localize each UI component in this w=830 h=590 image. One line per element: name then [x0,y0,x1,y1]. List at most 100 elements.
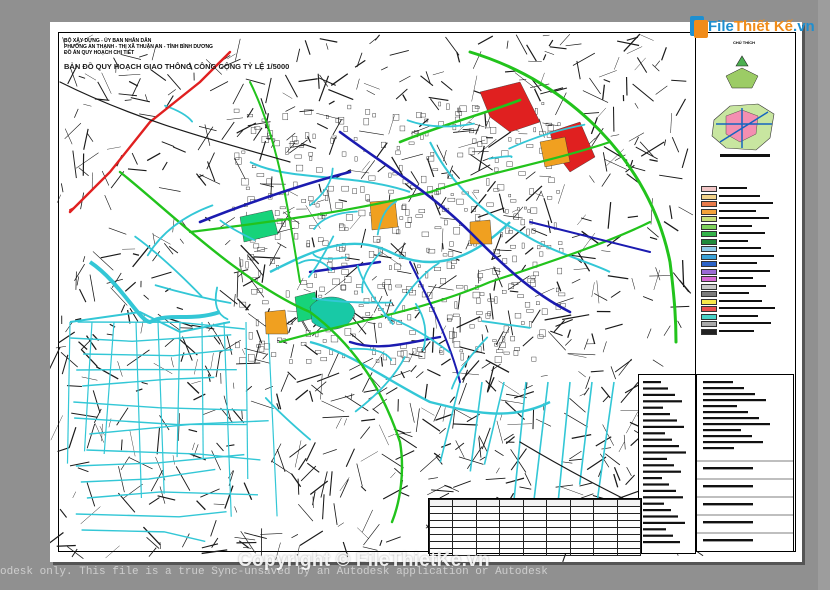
legend-swatch [701,186,717,192]
note-line [643,483,669,486]
stats-row [428,520,641,528]
signature-lines [697,381,793,542]
legend-swatch [701,201,717,207]
signature-field [703,485,753,488]
legend-label-line [719,262,757,264]
zone-orange [539,136,571,168]
legend-swatch [701,223,717,230]
vertical-scrollbar[interactable] [818,0,830,590]
stats-cell [546,506,571,514]
stats-cell [616,499,641,507]
stats-cell [475,506,501,514]
stats-cell [522,513,548,521]
logo-text-domain: .vn [793,18,815,35]
street-segment [509,290,519,293]
stats-cell [428,541,454,549]
legend-item [701,313,787,320]
stats-cell [569,527,595,535]
legend-label-line [719,202,773,204]
stats-cell [475,541,501,549]
legend-item [701,223,787,230]
note-line [643,387,668,390]
stats-cell [522,534,548,542]
stats-row [428,541,641,549]
legend-swatch [701,321,717,327]
note-line [643,502,664,505]
stats-cell [546,527,571,535]
note-line [643,470,681,473]
stats-cell [475,520,501,528]
stats-cell [593,541,618,549]
stats-cell [452,513,477,521]
legend-swatch [701,193,717,200]
note-line [643,464,674,467]
stats-cell [452,506,477,514]
legend-item [701,276,787,282]
street-segment [50,346,61,370]
stats-cell [569,506,595,514]
legend-label-line [719,277,753,279]
legend-label-line [719,322,771,324]
site-logo: FileThiết Kế.vn [688,12,824,46]
stats-row [428,499,641,507]
logo-text: FileThiết Kế.vn [708,18,815,35]
legend-swatch [701,276,717,282]
stats-cell [428,534,454,542]
legend-swatch [701,231,717,237]
notes-table [638,374,696,554]
status-bar-text: odesk only. This file is a true Sync-uns… [0,566,548,578]
signature-line [703,405,737,408]
stats-cell [428,520,454,528]
legend-label-line [719,232,765,234]
stats-cell [569,513,595,521]
stats-cell [569,548,595,556]
legend-swatch [701,246,717,252]
stats-row [428,527,641,535]
legend-label-line [719,187,747,189]
stats-cell [499,548,524,556]
stats-cell [522,548,548,556]
legend-item [701,283,787,290]
legend-label-line [719,247,761,249]
map-title: BẢN ĐỒ QUY HOẠCH GIAO THÔNG CÔNG CỘNG TỶ… [64,62,290,71]
legend-item [701,231,787,237]
stats-cell [616,506,641,514]
legend-swatch [701,328,717,335]
stats-cell [475,499,501,507]
note-line [643,477,662,480]
street-segment [201,549,228,555]
signature-line [703,393,755,396]
legend-label-line [719,284,766,287]
zone-orange [264,309,289,335]
stats-cell [593,527,618,535]
note-line [643,451,686,454]
map-background [60,34,690,550]
statistics-table [428,498,642,556]
note-line [643,432,665,435]
legend-item [701,321,787,327]
drawing-viewport[interactable]: BỘ XÂY DỰNG - ỦY BAN NHÂN DÂN PHƯỜNG AN … [0,0,830,590]
signature-line [703,429,741,432]
signature-field [703,539,753,542]
plot-sheet: BỘ XÂY DỰNG - ỦY BAN NHÂN DÂN PHƯỜNG AN … [50,22,802,562]
legend-label-line [719,307,775,309]
statistics-grid [428,499,641,556]
logo-text-thietke: Thiết Kế [733,18,794,35]
logo-text-file: File [708,18,734,35]
stats-cell [569,534,595,542]
stats-cell [546,534,571,542]
signature-line [703,381,733,384]
note-line [643,534,673,537]
street-segment [504,70,516,73]
stats-cell [499,513,524,521]
stats-cell [569,520,595,528]
stats-cell [593,506,618,514]
legend-label-line [719,224,752,227]
stats-cell [452,527,477,535]
stats-cell [475,534,501,542]
signature-field [703,503,753,506]
stats-cell [452,541,477,549]
stats-cell [593,548,618,556]
note-line [643,521,685,524]
stats-cell [452,520,477,528]
